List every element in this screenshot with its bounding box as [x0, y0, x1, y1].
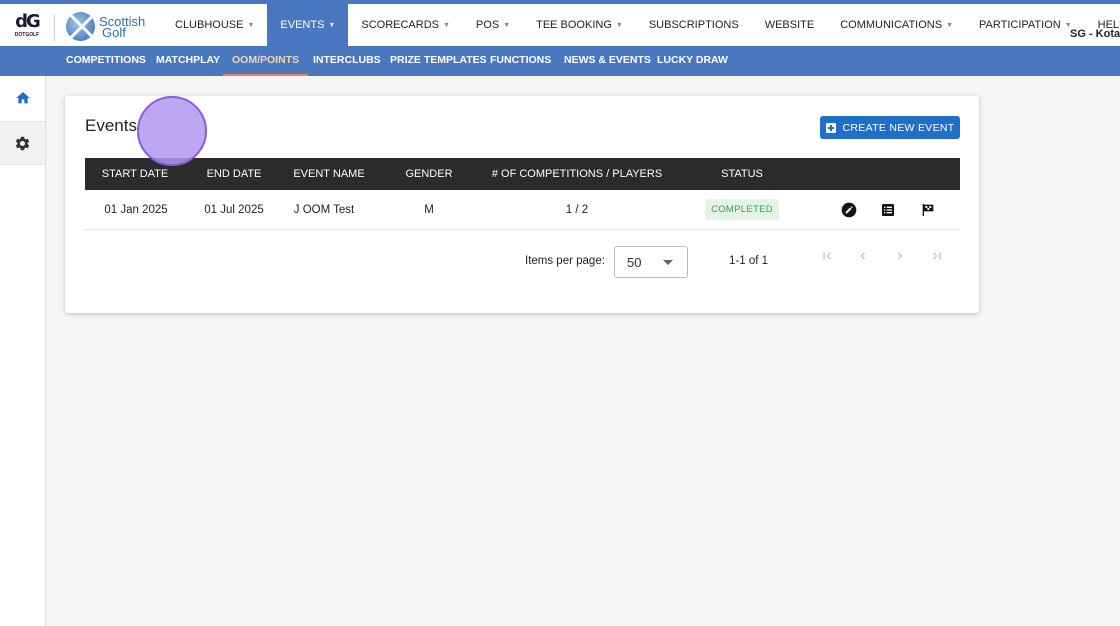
- dropdown-arrow-icon: [663, 260, 673, 265]
- cell-competitions-players: 1 / 2: [565, 204, 589, 216]
- scottish-golf-wordmark: Scottish Golf: [99, 13, 146, 40]
- subnav-news-events[interactable]: NEWS & EVENTS: [564, 46, 651, 76]
- click-indicator: [137, 96, 207, 166]
- col-end-date[interactable]: END DATE: [207, 158, 262, 190]
- nav-scorecards[interactable]: SCORECARDS ▼: [348, 4, 463, 46]
- subnav-oom-points[interactable]: OOM/POINTS: [223, 46, 309, 76]
- create-new-event-label: CREATE NEW EVENT: [842, 121, 955, 134]
- nav-pos[interactable]: POS ▼: [463, 4, 523, 46]
- sidebar-settings[interactable]: [0, 121, 45, 165]
- chevron-down-icon: ▼: [615, 21, 623, 29]
- chevron-right-icon: [898, 252, 903, 260]
- main-nav: CLUBHOUSE ▼ EVENTS ▼ SCORECARDS ▼ POS ▼ TEE …: [162, 4, 1120, 46]
- edit-icon[interactable]: [841, 202, 857, 218]
- nav-events[interactable]: EVENTS ▼: [267, 4, 349, 46]
- top-navbar: dG DOTGOLF Scottish Golf CLUBHOUSE ▼ EVEN…: [0, 0, 1120, 46]
- last-page-icon: [933, 252, 941, 260]
- user-menu[interactable]: SG - Kotar: [1070, 28, 1120, 40]
- scottish-golf-logo[interactable]: Scottish Golf: [66, 12, 145, 41]
- subnav-matchplay[interactable]: MATCHPLAY: [156, 46, 220, 76]
- status-badge: COMPLETED: [705, 199, 779, 220]
- table-row[interactable]: 01 Jan 2025 01 Jul 2025 J OOM Test M 1 /…: [85, 190, 960, 230]
- nav-participation[interactable]: PARTICIPATION ▼: [966, 4, 1085, 46]
- nav-clubhouse[interactable]: CLUBHOUSE ▼: [162, 4, 267, 46]
- subnav-lucky-draw[interactable]: LUCKY DRAW: [657, 46, 728, 76]
- sub-navbar: COMPETITIONS MATCHPLAY OOM/POINTS INTERC…: [0, 46, 1120, 76]
- items-per-page-label: Items per page:: [525, 255, 605, 267]
- items-per-page-value: 50: [627, 255, 642, 270]
- previous-page-button[interactable]: [851, 246, 875, 266]
- nav-website[interactable]: WEBSITE: [752, 4, 828, 46]
- dotgolf-mark: dG: [15, 11, 41, 32]
- col-competitions-players[interactable]: # OF COMPETITIONS / PLAYERS: [492, 158, 662, 190]
- chevron-down-icon: ▼: [247, 21, 255, 29]
- chevron-down-icon: ▼: [946, 21, 953, 29]
- dotgolf-text: DOTGOLF: [14, 32, 40, 38]
- gear-icon: [15, 136, 30, 150]
- cell-end-date: 01 Jul 2025: [204, 204, 264, 216]
- nav-tee-booking[interactable]: TEE BOOKING ▼: [523, 4, 636, 46]
- chevron-down-icon: ▼: [442, 21, 450, 29]
- subnav-competitions[interactable]: COMPETITIONS: [66, 46, 146, 76]
- logo-divider: [54, 14, 55, 42]
- list-icon[interactable]: [880, 202, 896, 218]
- subnav-functions[interactable]: FUNCTIONS: [490, 46, 551, 76]
- col-gender[interactable]: GENDER: [405, 158, 452, 190]
- add-box-icon: [825, 122, 836, 133]
- chevron-down-icon: ▼: [503, 21, 511, 29]
- items-per-page-select[interactable]: 50: [614, 246, 688, 278]
- cell-event-name: J OOM Test: [293, 204, 355, 216]
- next-page-button[interactable]: [888, 246, 912, 266]
- create-new-event-button[interactable]: CREATE NEW EVENT: [820, 116, 960, 139]
- cell-start-date: 01 Jan 2025: [104, 204, 168, 216]
- first-page-icon: [823, 252, 831, 260]
- left-sidebar: [0, 76, 46, 626]
- sidebar-home[interactable]: [0, 76, 45, 120]
- nav-subscriptions[interactable]: SUBSCRIPTIONS: [636, 4, 752, 46]
- saltire-ball-icon: [66, 12, 95, 41]
- first-page-button[interactable]: [815, 246, 839, 266]
- subnav-interclubs[interactable]: INTERCLUBS: [313, 46, 381, 76]
- nav-communications[interactable]: COMMUNICATIONS ▼: [827, 4, 966, 46]
- pagination-range: 1-1 of 1: [729, 255, 768, 267]
- chevron-left-icon: [860, 252, 865, 260]
- dotgolf-logo[interactable]: dG DOTGOLF: [12, 12, 42, 44]
- cell-gender: M: [424, 204, 434, 216]
- table-header: START DATE END DATE EVENT NAME GENDER # …: [85, 158, 960, 190]
- home-icon: [15, 92, 30, 104]
- last-page-button[interactable]: [925, 246, 949, 266]
- col-status[interactable]: STATUS: [721, 158, 763, 190]
- subnav-prize-templates[interactable]: PRIZE TEMPLATES: [390, 46, 487, 76]
- page-title: Events: [85, 116, 137, 135]
- flag-icon[interactable]: [920, 202, 936, 218]
- col-event-name[interactable]: EVENT NAME: [293, 158, 364, 190]
- chevron-down-icon: ▼: [328, 21, 336, 29]
